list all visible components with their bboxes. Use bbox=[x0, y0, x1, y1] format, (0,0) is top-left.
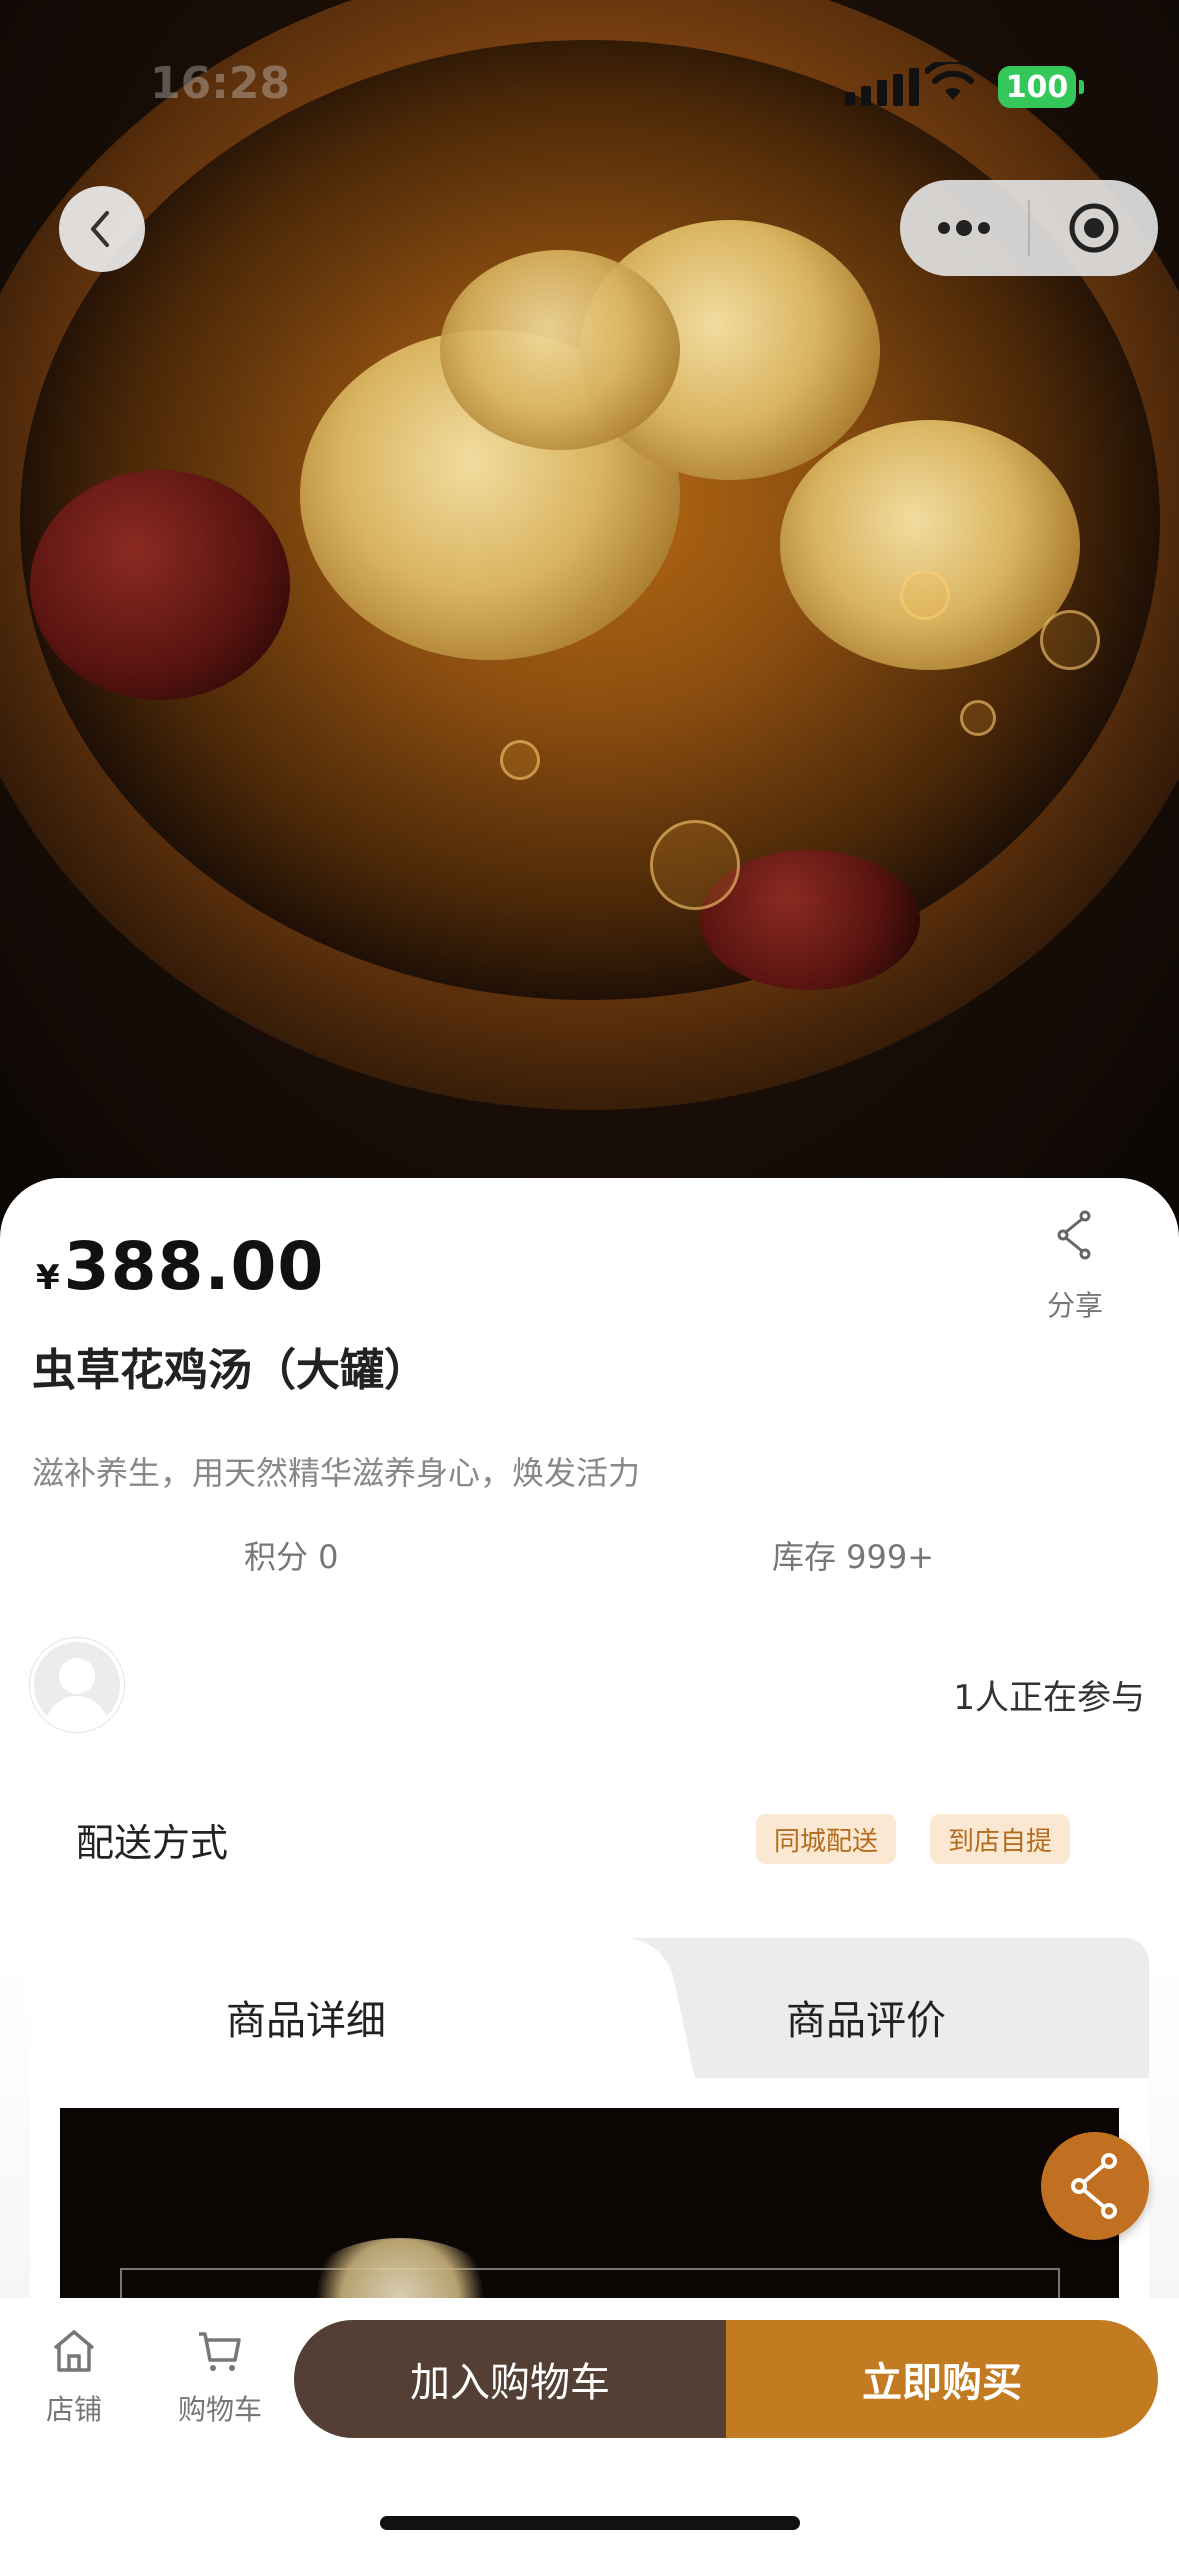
product-title: 虫草花鸡汤（大罐） bbox=[32, 1345, 428, 1396]
avatar bbox=[30, 1638, 124, 1732]
currency-symbol: ¥ bbox=[36, 1258, 60, 1298]
back-button[interactable] bbox=[59, 186, 145, 272]
miniprogram-capsule bbox=[900, 180, 1158, 276]
target-icon bbox=[1069, 203, 1119, 253]
buy-now-button[interactable]: 立即购买 bbox=[726, 2320, 1158, 2438]
chevron-left-icon bbox=[91, 211, 109, 247]
store-label: 店铺 bbox=[45, 2393, 102, 2426]
store-nav-button[interactable]: 店铺 bbox=[14, 2326, 134, 2428]
product-subtitle: 滋补养生，用天然精华滋养身心，焕发活力 bbox=[32, 1454, 641, 1492]
more-button[interactable] bbox=[900, 180, 1028, 276]
points-text: 积分 0 bbox=[244, 1538, 339, 1576]
add-to-cart-button[interactable]: 加入购物车 bbox=[294, 2320, 726, 2438]
tab-reviews[interactable]: 商品评价 bbox=[786, 1988, 946, 2046]
tab-details[interactable]: 商品详细 bbox=[226, 1988, 386, 2046]
floating-share-button[interactable] bbox=[1041, 2132, 1149, 2240]
participants-count: 1人正在参与 bbox=[953, 1678, 1145, 1718]
share-icon bbox=[1057, 1210, 1091, 1260]
cart-nav-button[interactable]: 购物车 bbox=[160, 2326, 280, 2428]
purchase-actions: 加入购物车 立即购买 bbox=[294, 2320, 1158, 2438]
cart-icon bbox=[199, 2332, 241, 2371]
store-icon bbox=[53, 2330, 95, 2372]
detail-tabs: 商品详细 商品评价 bbox=[30, 1938, 1149, 2078]
home-indicator[interactable] bbox=[380, 2516, 800, 2530]
stock-text: 库存 999+ bbox=[772, 1538, 935, 1576]
wifi-icon bbox=[925, 62, 981, 100]
delivery-tag-local[interactable]: 同城配送 bbox=[756, 1814, 897, 1864]
share-label: 分享 bbox=[1046, 1289, 1103, 1322]
user-placeholder-icon bbox=[44, 1658, 110, 1728]
delivery-method-row: 配送方式 同城配送 到店自提 bbox=[30, 1766, 1149, 1906]
cellular-signal-icon bbox=[845, 68, 919, 106]
delivery-tag-pickup[interactable]: 到店自提 bbox=[930, 1814, 1071, 1864]
cart-label: 购物车 bbox=[177, 2393, 262, 2426]
product-price: ¥ 388.00 bbox=[36, 1228, 324, 1305]
price-value: 388.00 bbox=[63, 1228, 325, 1305]
battery-indicator: 100 bbox=[998, 66, 1084, 108]
delivery-label: 配送方式 bbox=[76, 1821, 229, 1865]
share-icon bbox=[1071, 2153, 1117, 2219]
share-button[interactable]: 分享 bbox=[1030, 1210, 1120, 1324]
close-miniprogram-button[interactable] bbox=[1030, 180, 1158, 276]
status-time: 16:28 bbox=[150, 58, 291, 109]
more-dots-icon bbox=[938, 220, 990, 236]
